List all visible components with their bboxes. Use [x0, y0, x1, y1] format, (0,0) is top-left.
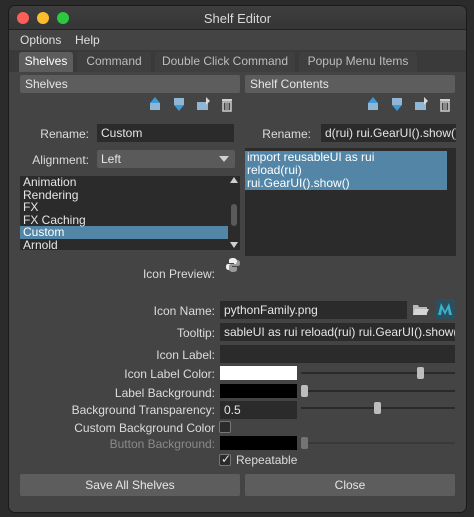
icon-name-label: Icon Name: [153, 304, 215, 318]
icon-label-color-swatch[interactable] [220, 366, 297, 380]
new-item-icon[interactable] [195, 96, 211, 112]
title-bar: Shelf Editor [9, 6, 466, 30]
tooltip-field[interactable]: sableUI as rui reload(rui) rui.GearUI().… [220, 323, 455, 341]
alignment-value: Left [101, 152, 122, 166]
button-background-swatch [220, 436, 297, 450]
save-all-shelves-button[interactable]: Save All Shelves [20, 474, 240, 496]
shelf-editor-window: Shelf Editor Options Help Shelves Comman… [9, 6, 466, 512]
shelves-header: Shelves [20, 75, 240, 93]
item-rename-label: Rename: [262, 127, 311, 141]
icon-label-color-label: Icon Label Color: [124, 367, 215, 381]
maya-logo-icon[interactable] [435, 299, 455, 319]
custom-background-color-label: Custom Background Color [74, 421, 215, 435]
menu-options[interactable]: Options [20, 33, 61, 47]
custom-background-color-checkbox[interactable] [219, 421, 231, 433]
folder-open-icon[interactable] [412, 302, 429, 317]
shelf-contents-header: Shelf Contents [245, 75, 455, 93]
script-line: rui.GearUI().show() [245, 177, 447, 190]
list-item[interactable]: Animation [20, 176, 240, 189]
tab-command[interactable]: Command [77, 52, 151, 72]
background-transparency-label: Background Transparency: [71, 403, 215, 417]
item-rename-field[interactable]: d(rui) rui.GearUI().show() [321, 124, 456, 142]
repeatable-checkbox[interactable]: ✓ [219, 452, 232, 466]
close-button[interactable]: Close [245, 474, 455, 496]
slider-knob [301, 437, 308, 449]
scroll-up-icon[interactable] [230, 177, 238, 183]
icon-label-field[interactable] [220, 345, 455, 363]
label-background-swatch[interactable] [220, 384, 297, 398]
slider-knob[interactable] [374, 402, 381, 414]
list-item[interactable]: Rendering [20, 188, 240, 202]
window-title: Shelf Editor [203, 11, 272, 26]
button-background-slider [301, 434, 455, 452]
move-down-icon[interactable] [389, 96, 405, 112]
list-item[interactable]: Arnold [20, 238, 240, 250]
trash-icon[interactable] [437, 96, 453, 112]
menu-help[interactable]: Help [75, 33, 100, 47]
chevron-down-icon [219, 156, 229, 162]
tab-shelves[interactable]: Shelves [19, 52, 73, 72]
python-icon [226, 258, 240, 272]
trash-icon[interactable] [219, 96, 235, 112]
shelf-item-script-box[interactable]: import reusableUI as rui reload(rui) rui… [245, 148, 456, 256]
list-item-selected[interactable]: Custom [20, 226, 240, 239]
alignment-dropdown[interactable]: Left [97, 150, 235, 168]
shelf-rename-label: Rename: [40, 127, 89, 141]
scroll-down-icon[interactable] [230, 242, 238, 248]
icon-label-color-slider[interactable] [301, 364, 455, 382]
background-transparency-field[interactable]: 0.5 [220, 401, 297, 419]
icon-label-label: Icon Label: [156, 348, 215, 362]
tab-double-click-command[interactable]: Double Click Command [155, 52, 295, 72]
slider-knob[interactable] [301, 385, 308, 397]
scrollbar-thumb[interactable] [231, 204, 237, 226]
alignment-label: Alignment: [32, 153, 89, 167]
shelves-scrollbar[interactable] [228, 176, 240, 250]
shelves-list[interactable]: Animation Rendering FX FX Caching Custom… [20, 176, 240, 250]
move-up-icon[interactable] [365, 96, 381, 112]
list-item[interactable]: FX [20, 201, 240, 214]
icon-name-field[interactable]: pythonFamily.png [220, 301, 407, 319]
repeatable-label: Repeatable [236, 453, 298, 467]
checkmark-icon: ✓ [221, 452, 232, 466]
button-background-label: Button Background: [109, 437, 215, 451]
icon-preview-label: Icon Preview: [142, 267, 215, 281]
tab-bar: Shelves Command Double Click Command Pop… [9, 50, 466, 72]
new-item-icon[interactable] [413, 96, 429, 112]
shelf-rename-field[interactable]: Custom [97, 124, 234, 142]
slider-knob[interactable] [417, 367, 424, 379]
move-up-icon[interactable] [147, 96, 163, 112]
tab-popup-menu-items[interactable]: Popup Menu Items [299, 52, 417, 72]
move-down-icon[interactable] [171, 96, 187, 112]
menu-bar: Options Help [9, 30, 466, 50]
tooltip-label: Tooltip: [176, 326, 215, 340]
label-background-slider[interactable] [301, 382, 455, 400]
label-background-label: Label Background: [114, 386, 215, 400]
background-transparency-slider[interactable] [301, 399, 455, 417]
